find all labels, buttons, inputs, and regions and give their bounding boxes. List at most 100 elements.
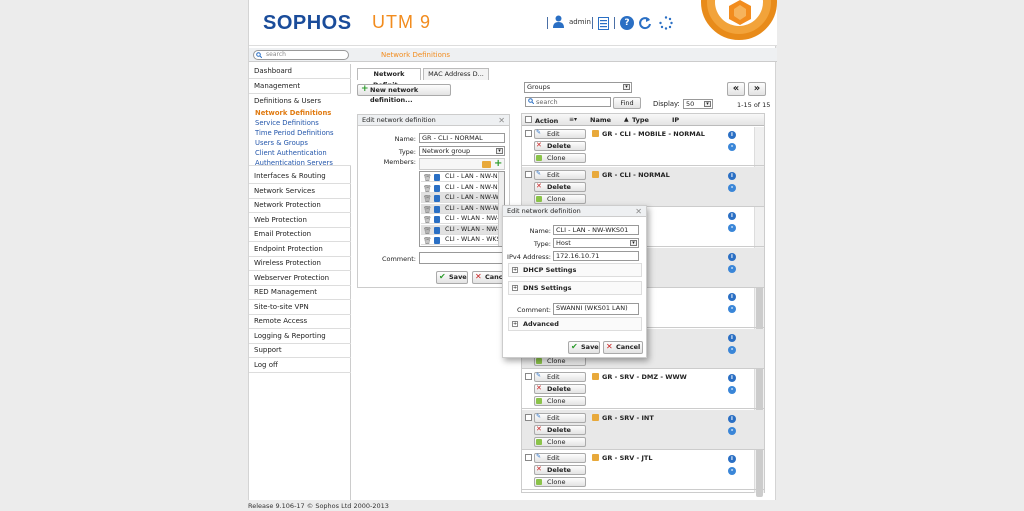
sidebar-item-site-to-site-vpn[interactable]: Site-to-site VPN [249,300,351,315]
sidebar-item-interfaces[interactable]: Interfaces & Routing [249,169,351,184]
select-all-checkbox[interactable] [525,116,532,123]
sidebar-item-web-protection[interactable]: Web Protection [249,213,351,228]
col-action[interactable]: Action [535,117,558,125]
info-icon[interactable]: i [728,415,736,423]
row-name[interactable]: GR - SRV - INT [602,414,654,422]
type-select[interactable]: Network group ▾ [419,146,505,156]
table-row[interactable]: Edit ✎ Delete ✕ Clone GR - SRV - JTL i ⚬ [522,450,764,490]
globe-icon[interactable]: ⚬ [728,143,736,151]
reload-icon[interactable] [638,16,652,30]
sidebar-search-input[interactable]: search [253,50,349,60]
sidebar-item-network-services[interactable]: Network Services [249,184,351,199]
table-row[interactable]: Edit ✎ Delete ✕ Clone GR - SRV - DMZ - WWW i ⚬ [522,369,764,409]
member-item[interactable]: 🗑 CLI - LAN - NW-NI [421,183,504,193]
help-icon[interactable]: ? [620,16,634,30]
sidebar-sub-auth-servers[interactable]: Authentication Servers [255,159,333,167]
first-page-button[interactable]: « [727,82,745,96]
close-icon[interactable]: ✕ [635,207,642,216]
info-icon[interactable]: i [728,131,736,139]
sidebar-item-network-protection[interactable]: Network Protection [249,198,351,213]
sidebar-sub-network-definitions[interactable]: Network Definitions [255,109,331,117]
row-name[interactable]: GR - CLI - MOBILE - NORMAL [602,130,705,138]
col-type[interactable]: Type [632,116,649,124]
globe-icon[interactable]: ⚬ [728,184,736,192]
row-checkbox[interactable] [525,130,532,137]
row-checkbox[interactable] [525,373,532,380]
member-item[interactable]: 🗑 CLI - WLAN - NW- [421,224,504,235]
table-search-input[interactable]: search [525,97,611,107]
advanced-section[interactable]: + Advanced [508,317,642,331]
sidebar-item-wireless-protection[interactable]: Wireless Protection [249,256,351,271]
display-select[interactable]: 50 ▾ [683,99,713,109]
edit-button[interactable]: Edit [534,413,586,423]
sidebar-item-email-protection[interactable]: Email Protection [249,227,351,242]
globe-icon[interactable]: ⚬ [728,224,736,232]
tab-mac-address[interactable]: MAC Address D... [423,68,489,80]
sidebar-item-remote-access[interactable]: Remote Access [249,314,351,329]
clipboard-icon[interactable] [598,16,609,30]
table-row[interactable]: Edit ✎ Delete ✕ Clone GR - CLI - NORMAL i ⚬ [522,167,764,207]
name-field[interactable]: CLI - LAN - NW-WKS01 [553,225,639,235]
find-button[interactable]: Find [613,97,641,109]
sidebar-item-webserver-protection[interactable]: Webserver Protection [249,271,351,286]
info-icon[interactable]: i [728,374,736,382]
trash-icon[interactable]: 🗑 [423,215,432,223]
sidebar-sub-users-groups[interactable]: Users & Groups [255,139,308,147]
trash-icon[interactable]: 🗑 [423,173,432,181]
trash-icon[interactable]: 🗑 [423,226,432,234]
globe-icon[interactable]: ⚬ [728,346,736,354]
sidebar-item-endpoint-protection[interactable]: Endpoint Protection [249,242,351,257]
edit-button[interactable]: Edit [534,170,586,180]
trash-icon[interactable]: 🗑 [423,194,432,202]
comment-field[interactable]: SWANNI (WKS01 LAN) [553,303,639,315]
sidebar-item-logging[interactable]: Logging & Reporting [249,329,351,344]
globe-icon[interactable]: ⚬ [728,467,736,475]
ipv4-field[interactable]: 172.16.10.71 [553,251,639,261]
edit-button[interactable]: Edit [534,372,586,382]
table-row[interactable]: Edit ✎ Delete ✕ Clone GR - SRV - INT i ⚬ [522,410,764,450]
sidebar-item-support[interactable]: Support [249,343,351,358]
dhcp-settings-section[interactable]: + DHCP Settings [508,263,642,277]
trash-icon[interactable]: 🗑 [423,236,432,244]
table-row[interactable]: Edit ✎ Delete ✕ Clone GR - CLI - MOBILE - NOR… [522,126,764,166]
sidebar-item-red-management[interactable]: RED Management [249,285,351,300]
new-network-definition-button[interactable]: New network definition... [357,84,451,104]
sidebar-sub-service-definitions[interactable]: Service Definitions [255,119,319,127]
last-page-button[interactable]: » [748,82,766,96]
sidebar-item-management[interactable]: Management [249,79,351,94]
row-checkbox[interactable] [525,171,532,178]
folder-icon[interactable] [482,161,491,168]
menu-icon[interactable]: ≡▾ [569,116,577,123]
row-name[interactable]: GR - CLI - NORMAL [602,171,670,179]
edit-button[interactable]: Edit [534,453,586,463]
member-item[interactable]: 🗑 CLI - LAN - NW-W [421,203,504,214]
col-name[interactable]: Name [590,116,611,124]
trash-icon[interactable]: 🗑 [423,184,432,192]
filter-select[interactable]: Groups ▾ [524,82,632,93]
sidebar-sub-time-period[interactable]: Time Period Definitions [255,129,334,137]
info-icon[interactable]: i [728,253,736,261]
globe-icon[interactable]: ⚬ [728,265,736,273]
close-icon[interactable]: ✕ [498,116,505,125]
sidebar-sub-client-auth[interactable]: Client Authentication [255,149,327,157]
sidebar-item-logoff[interactable]: Log off [249,358,351,373]
info-icon[interactable]: i [728,172,736,180]
admin-user-label[interactable]: admin [569,18,591,26]
tab-network-definitions[interactable]: Network Definit... [357,68,421,89]
trash-icon[interactable]: 🗑 [423,205,432,213]
globe-icon[interactable]: ⚬ [728,427,736,435]
comment-field[interactable] [419,252,505,264]
info-icon[interactable]: i [728,212,736,220]
name-field[interactable]: GR - CLI - NORMAL [419,133,505,143]
col-ip[interactable]: IP [672,116,679,124]
edit-button[interactable]: Edit [534,129,586,139]
globe-icon[interactable]: ⚬ [728,386,736,394]
globe-icon[interactable]: ⚬ [728,305,736,313]
user-icon[interactable] [553,15,564,28]
member-item[interactable]: 🗑 CLI - WLAN - NW- [421,214,504,224]
info-icon[interactable]: i [728,455,736,463]
row-checkbox[interactable] [525,454,532,461]
row-name[interactable]: GR - SRV - DMZ - WWW [602,373,687,381]
sidebar-item-dashboard[interactable]: Dashboard [249,64,351,79]
type-select[interactable]: Host ▾ [553,238,639,248]
